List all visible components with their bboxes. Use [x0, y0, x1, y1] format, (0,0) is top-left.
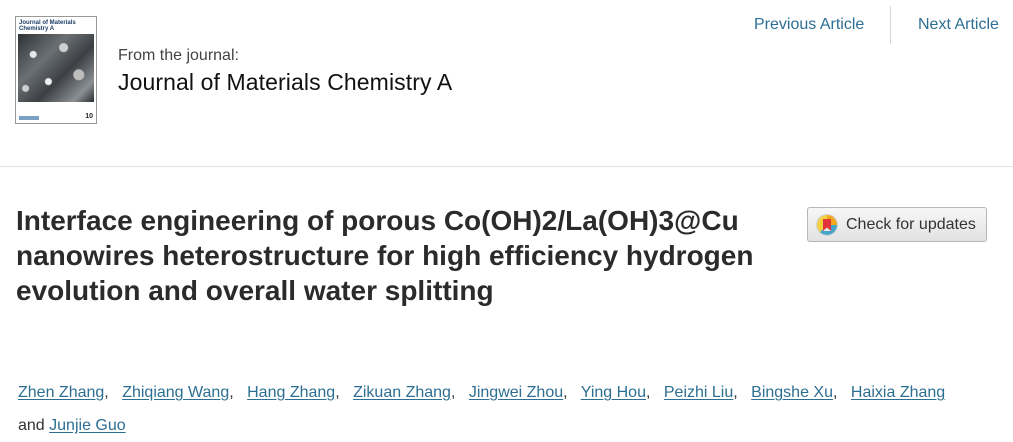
- author-list: Zhen Zhang, Zhiqiang Wang, Hang Zhang, Z…: [18, 376, 998, 442]
- header-divider: [0, 166, 1013, 167]
- author-link[interactable]: Junjie Guo: [49, 417, 126, 434]
- check-for-updates-label: Check for updates: [846, 215, 976, 233]
- author-separator: ,: [645, 384, 651, 401]
- article-title: Interface engineering of porous Co(OH)2/…: [16, 205, 754, 306]
- author-link[interactable]: Jingwei Zhou: [469, 384, 563, 401]
- previous-article-link[interactable]: Previous Article: [754, 16, 864, 34]
- author-separator: ,: [563, 384, 568, 401]
- next-article-link[interactable]: Next Article: [918, 16, 999, 34]
- author-separator: ,: [733, 384, 738, 401]
- author-separator: ,: [335, 384, 340, 401]
- author-separator: ,: [450, 384, 456, 401]
- check-for-updates-button[interactable]: Check for updates: [807, 207, 987, 242]
- author-link[interactable]: Hang Zhang: [247, 384, 335, 401]
- from-journal-label: From the journal:: [118, 47, 239, 64]
- author-link[interactable]: Zhen Zhang: [18, 384, 104, 401]
- journal-cover-image[interactable]: Journal of Materials Chemistry A 10: [15, 16, 97, 124]
- cover-publisher-mark: [19, 116, 39, 120]
- author-separator: ,: [229, 384, 234, 401]
- author-conjunction: and: [18, 417, 45, 434]
- cover-logo: 10: [85, 113, 93, 120]
- journal-name[interactable]: Journal of Materials Chemistry A: [118, 69, 452, 96]
- author-link[interactable]: Zikuan Zhang: [353, 384, 451, 401]
- cover-title: Journal of Materials Chemistry A: [19, 20, 76, 32]
- author-separator: ,: [104, 384, 109, 401]
- cover-artwork: [18, 34, 94, 102]
- author-link[interactable]: Zhiqiang Wang: [122, 384, 229, 401]
- author-link[interactable]: Peizhi Liu: [664, 384, 733, 401]
- author-link[interactable]: Haixia Zhang: [851, 384, 945, 401]
- author-separator: ,: [833, 384, 838, 401]
- author-link[interactable]: Bingshe Xu: [751, 384, 833, 401]
- crossmark-icon: [816, 213, 838, 236]
- nav-divider: [890, 6, 891, 44]
- author-link[interactable]: Ying Hou: [581, 384, 646, 401]
